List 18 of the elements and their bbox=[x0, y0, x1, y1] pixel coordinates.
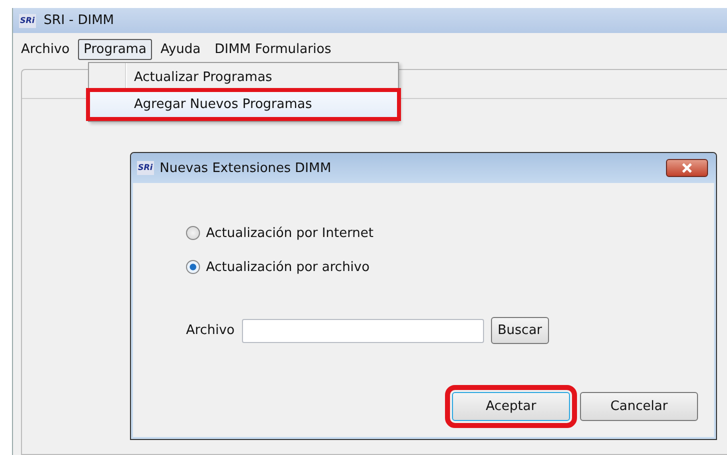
menu-entry[interactable]: Agregar Nuevos Programas bbox=[90, 92, 397, 117]
close-icon bbox=[681, 163, 693, 173]
dialog-button[interactable]: Cancelar bbox=[580, 392, 698, 421]
file-field[interactable] bbox=[242, 318, 484, 342]
menu-item[interactable]: Archivo bbox=[15, 38, 76, 60]
field-label: Archivo bbox=[186, 323, 235, 338]
app-logo: SRi bbox=[137, 161, 154, 175]
radio-option[interactable]: Actualización por Internet bbox=[186, 223, 716, 243]
app-logo: SRi bbox=[19, 14, 36, 28]
window-title: SRI - DIMM bbox=[44, 13, 114, 28]
radio-option[interactable]: Actualización por archivo bbox=[186, 257, 716, 277]
close-button[interactable] bbox=[666, 159, 708, 177]
dialog-title: Nuevas Extensiones DIMM bbox=[160, 160, 332, 176]
menu-item[interactable]: DIMM Formularios bbox=[208, 38, 338, 60]
browse-button[interactable]: Buscar bbox=[490, 317, 549, 344]
menu-item[interactable]: Ayuda bbox=[154, 38, 207, 60]
menu-entry[interactable]: Actualizar Programas bbox=[90, 65, 397, 90]
menu-item[interactable]: Programa bbox=[78, 38, 152, 60]
